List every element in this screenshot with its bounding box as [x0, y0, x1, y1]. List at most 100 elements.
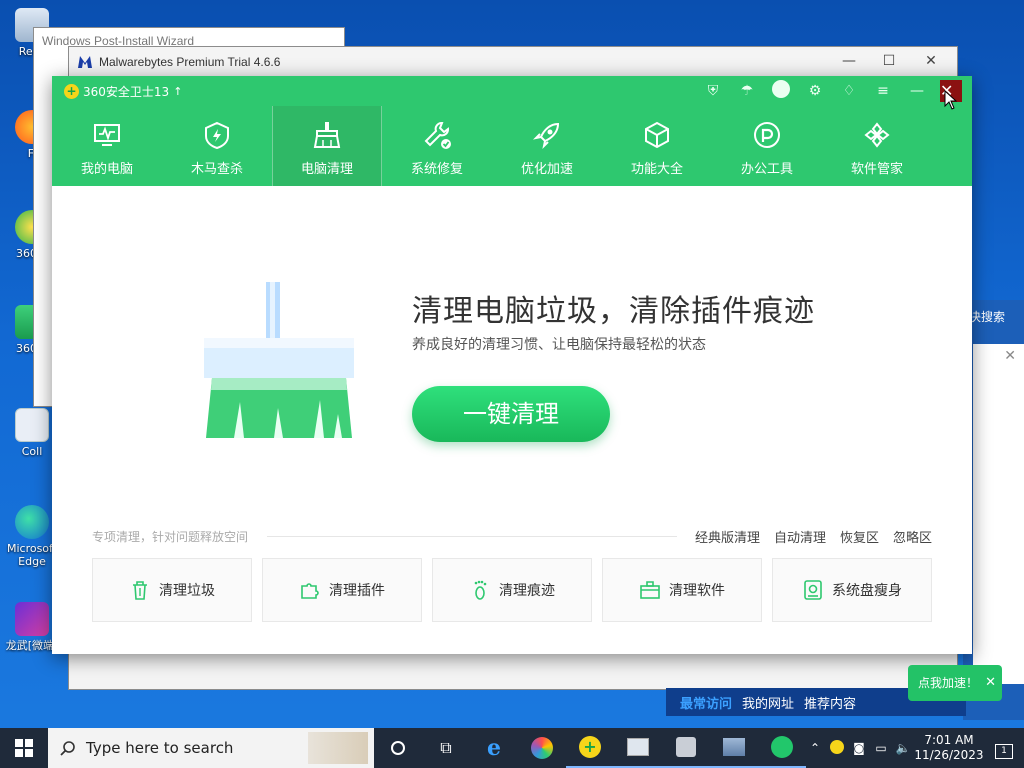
nav-trojan-scan[interactable]: 木马查杀 — [162, 106, 272, 186]
taskbar: Type here to search ⧉ e + ⌃ ◙ ▭ 🔈 7:01 A… — [0, 728, 1024, 768]
taskbar-task-view[interactable]: ⧉ — [422, 728, 470, 768]
avatar[interactable] — [764, 80, 798, 102]
taskbar-disk-tool[interactable] — [710, 728, 758, 768]
special-links: 经典版清理 自动清理 恢复区 忽略区 — [695, 527, 932, 546]
restore-zone-link[interactable]: 恢复区 — [840, 527, 879, 546]
volume-icon[interactable]: 🔈 — [892, 741, 914, 755]
main-nav: 我的电脑 木马查杀 电脑清理 系统修复 优化加速 功能大全 办公工具 软件管家 — [52, 106, 972, 186]
search-icon — [60, 741, 75, 756]
most-visited-tab[interactable]: 最常访问 — [680, 693, 732, 712]
mouse-cursor-icon — [944, 90, 958, 110]
nav-features[interactable]: 功能大全 — [602, 106, 712, 186]
malwarebytes-minimize-button[interactable]: — — [829, 53, 869, 69]
minimize-icon[interactable]: — — [900, 83, 934, 99]
one-click-clean-button[interactable]: 一键清理 — [412, 386, 610, 442]
360-logo-icon: + — [64, 83, 79, 99]
browser-panel-close-icon[interactable]: ✕ — [1004, 348, 1016, 364]
taskbar-browser[interactable] — [518, 728, 566, 768]
nav-computer-clean[interactable]: 电脑清理 — [272, 106, 382, 186]
tool-label: 清理软件 — [669, 583, 725, 599]
nav-system-repair[interactable]: 系统修复 — [382, 106, 492, 186]
my-sites-tab[interactable]: 我的网址 — [742, 693, 794, 712]
search-placeholder: Type here to search — [86, 739, 234, 757]
special-clean-label: 专项清理，针对问题释放空间 — [92, 530, 249, 544]
taskbar-wizard[interactable] — [614, 728, 662, 768]
start-button[interactable] — [0, 728, 48, 768]
shield-bolt-icon — [205, 121, 229, 150]
360-window[interactable]: + 360安全卫士13 ↑ ⛨ ☂ ⚙ ♢ ≡ — ✕ 我的电脑 木马查杀 电脑… — [52, 76, 972, 654]
classic-clean-link[interactable]: 经典版清理 — [695, 527, 760, 546]
toast-label: 点我加速！ — [918, 676, 979, 690]
monitor-icon — [94, 124, 120, 146]
shirt-icon[interactable]: ♢ — [832, 83, 866, 99]
browser-window-fragment[interactable]: 决搜索 ✕ — [963, 300, 1024, 720]
nav-label: 我的电脑 — [80, 162, 133, 177]
menu-icon[interactable]: ≡ — [866, 83, 900, 99]
trash-icon — [133, 581, 147, 600]
nav-optimize[interactable]: 优化加速 — [492, 106, 602, 186]
desktop-icon-label: Microsoft Edge — [6, 542, 58, 569]
wrench-icon — [424, 122, 451, 149]
notification-center-icon[interactable]: 1 — [984, 738, 1024, 759]
taskbar-search-box[interactable]: Type here to search — [48, 728, 374, 768]
tray-overflow-chevron-icon[interactable]: ⌃ — [804, 741, 826, 755]
tray-360-icon[interactable] — [826, 739, 848, 757]
disk-icon — [804, 580, 822, 600]
nav-software-manager[interactable]: 软件管家 — [822, 106, 932, 186]
browser-search-hint: 决搜索 — [969, 310, 1006, 324]
desktop-icon-label: 龙武[微端] — [5, 639, 59, 652]
color-browser-icon — [531, 737, 553, 759]
clock[interactable]: 7:01 AM 11/26/2023 — [914, 733, 984, 763]
task-view-icon: ⧉ — [440, 738, 452, 757]
update-arrow-icon[interactable]: ↑ — [173, 85, 182, 98]
system-tray: ⌃ ◙ ▭ 🔈 7:01 AM 11/26/2023 1 — [804, 728, 1024, 768]
malwarebytes-logo-icon — [78, 56, 92, 68]
hero-title: 清理电脑垃圾，清除插件痕迹 — [412, 294, 815, 329]
game-icon — [15, 602, 49, 636]
nav-label: 电脑清理 — [300, 162, 353, 177]
tool-label: 清理垃圾 — [159, 583, 215, 599]
recommended-tab[interactable]: 推荐内容 — [804, 693, 856, 712]
clock-time: 7:01 AM — [924, 733, 974, 747]
taskbar-green-app[interactable] — [758, 728, 806, 768]
speedup-toast[interactable]: 点我加速！ ✕ — [908, 665, 1002, 701]
clean-software-button[interactable]: 清理软件 — [602, 558, 762, 622]
network-icon[interactable]: ▭ — [870, 741, 892, 755]
clean-junk-button[interactable]: 清理垃圾 — [92, 558, 252, 622]
broom-illustration — [204, 282, 354, 438]
system-disk-slim-button[interactable]: 系统盘瘦身 — [772, 558, 932, 622]
taskbar-cortana[interactable] — [374, 728, 422, 768]
cortana-icon — [391, 741, 405, 755]
taskbar-tool[interactable] — [662, 728, 710, 768]
tool-icon — [676, 737, 696, 757]
malwarebytes-maximize-button[interactable]: ☐ — [869, 53, 909, 69]
nav-office-tools[interactable]: 办公工具 — [712, 106, 822, 186]
auto-clean-link[interactable]: 自动清理 — [774, 527, 826, 546]
desktop: { "desktop": { "icons": [ {"label": "Rec… — [0, 0, 1024, 768]
browser-panel: ✕ — [973, 344, 1024, 684]
malwarebytes-close-button[interactable]: ✕ — [911, 53, 951, 69]
app-title: 360安全卫士13 — [83, 84, 170, 99]
ignore-zone-link[interactable]: 忽略区 — [893, 527, 932, 546]
disk-tool-icon — [723, 738, 745, 756]
rocket-icon — [532, 122, 560, 150]
shield-plus-icon[interactable]: ⛨ — [696, 83, 730, 99]
edge-icon — [15, 505, 49, 539]
puzzle-icon — [301, 583, 319, 599]
clean-traces-button[interactable]: 清理痕迹 — [432, 558, 592, 622]
clock-date: 11/26/2023 — [914, 748, 984, 762]
cube-icon — [645, 121, 669, 149]
nav-label: 功能大全 — [630, 162, 683, 177]
nav-my-computer[interactable]: 我的电脑 — [52, 106, 162, 186]
tray-camera-icon[interactable]: ◙ — [848, 741, 870, 755]
search-highlight-image — [308, 732, 368, 764]
gear-icon[interactable]: ⚙ — [798, 83, 832, 99]
umbrella-icon[interactable]: ☂ — [730, 83, 764, 99]
toast-close-icon[interactable]: ✕ — [985, 665, 996, 701]
clean-plugins-button[interactable]: 清理插件 — [262, 558, 422, 622]
taskbar-360[interactable]: + — [566, 728, 614, 768]
nav-label: 系统修复 — [410, 162, 463, 177]
360-header: + 360安全卫士13 ↑ ⛨ ☂ ⚙ ♢ ≡ — ✕ 我的电脑 木马查杀 电脑… — [52, 76, 972, 186]
desktop-icon-label: Coll — [21, 445, 43, 458]
taskbar-ie[interactable]: e — [470, 728, 518, 768]
